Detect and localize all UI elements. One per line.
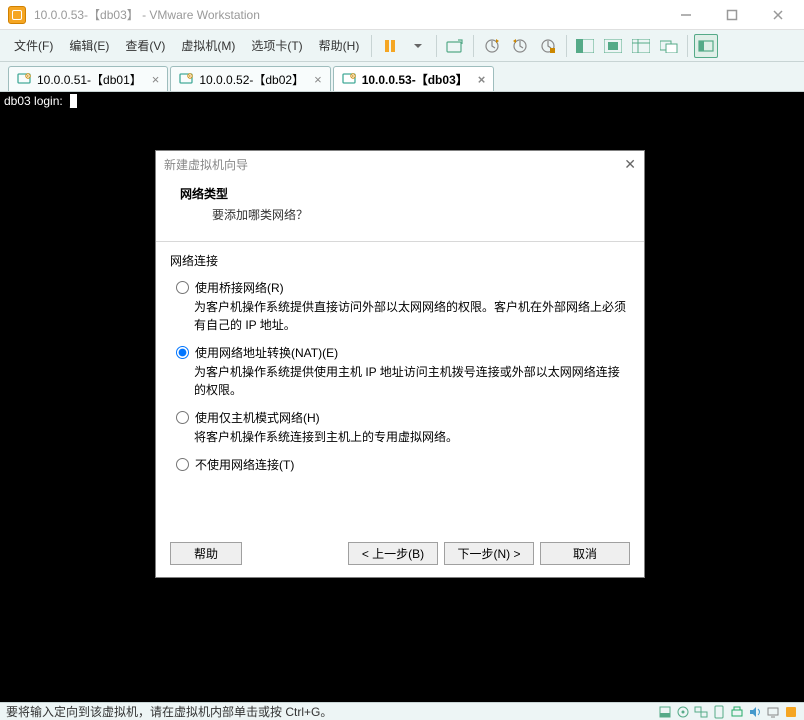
network-icon[interactable]	[693, 704, 708, 719]
close-button[interactable]	[764, 5, 792, 25]
sound-icon[interactable]	[747, 704, 762, 719]
status-tray	[657, 704, 798, 719]
vm-icon	[342, 72, 356, 86]
view-console-icon[interactable]	[601, 34, 625, 58]
send-keys-icon[interactable]	[443, 34, 467, 58]
cursor: _	[70, 94, 77, 108]
app-logo-icon	[8, 6, 26, 24]
view-fit-icon[interactable]	[573, 34, 597, 58]
separator	[371, 35, 372, 57]
status-text: 要将输入定向到该虚拟机，请在虚拟机内部单击或按 Ctrl+G。	[6, 703, 332, 720]
dialog-titlebar: 新建虚拟机向导 ✕	[156, 151, 644, 177]
radio-bridged[interactable]	[176, 281, 189, 294]
status-bar: 要将输入定向到该虚拟机，请在虚拟机内部单击或按 Ctrl+G。	[0, 702, 804, 720]
maximize-button[interactable]	[718, 5, 746, 25]
view-unity-icon[interactable]	[657, 34, 681, 58]
tab-label: 10.0.0.51-【db01】	[37, 71, 142, 88]
help-button[interactable]: 帮助	[170, 542, 242, 565]
disk-icon[interactable]	[657, 704, 672, 719]
tab-db03[interactable]: 10.0.0.53-【db03】 ×	[333, 66, 495, 91]
cdrom-icon[interactable]	[675, 704, 690, 719]
radio-hostonly-desc: 将客户机操作系统连接到主机上的专用虚拟网络。	[194, 428, 630, 446]
radio-none-label[interactable]: 不使用网络连接(T)	[195, 456, 294, 473]
dialog-heading: 网络类型	[180, 185, 620, 202]
dropdown-icon[interactable]	[406, 34, 430, 58]
close-tab-icon[interactable]: ×	[314, 72, 322, 87]
dialog-header: 网络类型 要添加哪类网络？	[156, 177, 644, 242]
tab-db02[interactable]: 10.0.0.52-【db02】 ×	[170, 66, 330, 91]
vm-icon	[179, 72, 193, 86]
snapshot-manager-icon[interactable]	[536, 34, 560, 58]
tab-label: 10.0.0.52-【db02】	[199, 71, 304, 88]
close-tab-icon[interactable]: ×	[478, 72, 486, 87]
new-vm-wizard-dialog: 新建虚拟机向导 ✕ 网络类型 要添加哪类网络？ 网络连接 使用桥接网络(R) 为…	[155, 150, 645, 578]
revert-icon[interactable]	[508, 34, 532, 58]
display-icon[interactable]	[765, 704, 780, 719]
radio-hostonly-label[interactable]: 使用仅主机模式网络(H)	[195, 409, 320, 426]
view-fullscreen-icon[interactable]	[629, 34, 653, 58]
menu-help[interactable]: 帮助(H)	[311, 33, 368, 58]
terminal-prompt: db03 login:	[4, 94, 63, 108]
separator	[473, 35, 474, 57]
cancel-button[interactable]: 取消	[540, 542, 630, 565]
close-tab-icon[interactable]: ×	[152, 72, 160, 87]
window-title: 10.0.0.53-【db03】 - VMware Workstation	[34, 6, 672, 23]
dialog-close-icon[interactable]: ✕	[624, 156, 636, 173]
minimize-button[interactable]	[672, 5, 700, 25]
separator	[436, 35, 437, 57]
usb-icon[interactable]	[711, 704, 726, 719]
radio-nat-label[interactable]: 使用网络地址转换(NAT)(E)	[195, 344, 338, 361]
vm-icon	[17, 72, 31, 86]
radio-none[interactable]	[176, 458, 189, 471]
separator	[566, 35, 567, 57]
pause-icon[interactable]	[378, 34, 402, 58]
message-icon[interactable]	[783, 704, 798, 719]
separator	[687, 35, 688, 57]
radio-nat[interactable]	[176, 346, 189, 359]
title-bar: 10.0.0.53-【db03】 - VMware Workstation	[0, 0, 804, 30]
menu-edit[interactable]: 编辑(E)	[61, 33, 117, 58]
snapshot-icon[interactable]	[480, 34, 504, 58]
menu-bar: 文件(F) 编辑(E) 查看(V) 虚拟机(M) 选项卡(T) 帮助(H)	[0, 30, 804, 62]
radio-bridged-desc: 为客户机操作系统提供直接访问外部以太网网络的权限。客户机在外部网络上必须有自己的…	[194, 298, 630, 334]
menu-file[interactable]: 文件(F)	[6, 33, 61, 58]
menu-vm[interactable]: 虚拟机(M)	[173, 33, 243, 58]
menu-view[interactable]: 查看(V)	[117, 33, 173, 58]
next-button[interactable]: 下一步(N) >	[444, 542, 534, 565]
radio-hostonly[interactable]	[176, 411, 189, 424]
dialog-footer: 帮助 < 上一步(B) 下一步(N) > 取消	[170, 542, 630, 565]
section-label: 网络连接	[170, 252, 630, 269]
back-button[interactable]: < 上一步(B)	[348, 542, 438, 565]
dialog-subheading: 要添加哪类网络？	[212, 206, 620, 223]
tab-label: 10.0.0.53-【db03】	[362, 71, 468, 88]
tab-bar: 10.0.0.51-【db01】 × 10.0.0.52-【db02】 × 10…	[0, 62, 804, 92]
printer-icon[interactable]	[729, 704, 744, 719]
radio-bridged-label[interactable]: 使用桥接网络(R)	[195, 279, 284, 296]
view-library-icon[interactable]	[694, 34, 718, 58]
menu-tabs[interactable]: 选项卡(T)	[243, 33, 310, 58]
tab-db01[interactable]: 10.0.0.51-【db01】 ×	[8, 66, 168, 91]
dialog-body: 网络连接 使用桥接网络(R) 为客户机操作系统提供直接访问外部以太网网络的权限。…	[156, 242, 644, 485]
dialog-title: 新建虚拟机向导	[164, 156, 248, 173]
radio-nat-desc: 为客户机操作系统提供使用主机 IP 地址访问主机拨号连接或外部以太网网络连接的权…	[194, 363, 630, 399]
